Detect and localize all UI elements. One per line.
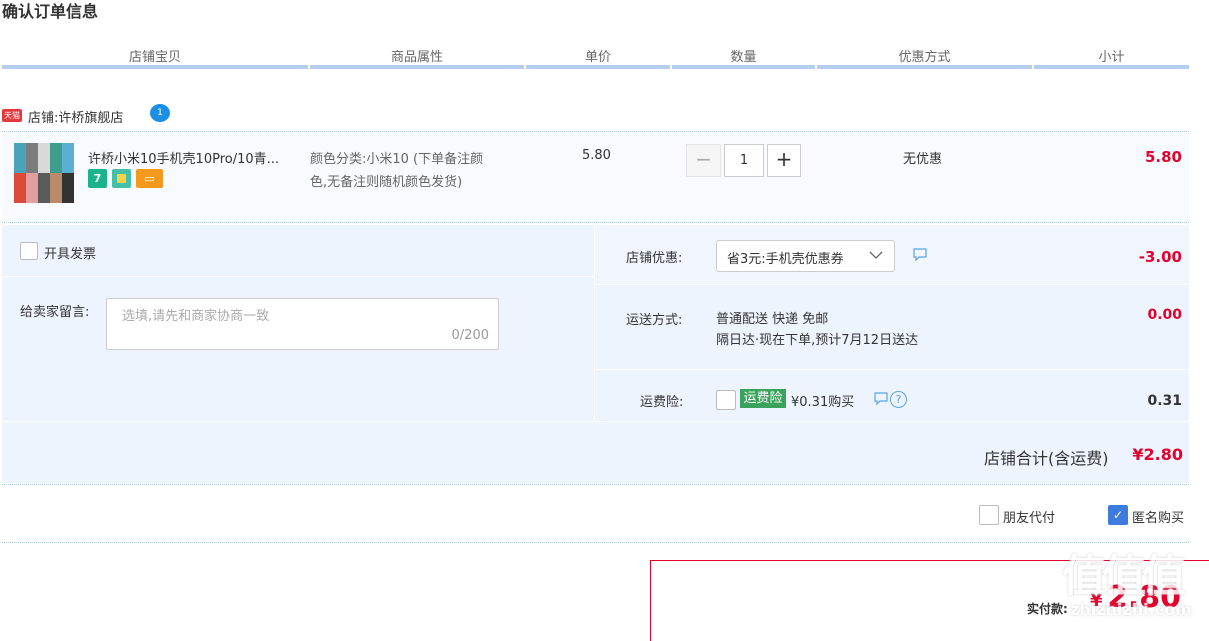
product-title[interactable]: 许桥小米10手机壳10Pro/10青... [88, 148, 279, 167]
header-divider [1034, 65, 1189, 69]
divider [2, 542, 1189, 543]
insurance-badge: 运费险 [740, 389, 786, 408]
shipping-label: 运送方式: [626, 313, 683, 328]
tag-guarantee-icon [112, 169, 131, 188]
seller-message-input[interactable]: 选填,请先和商家协商一致 0/200 [106, 298, 499, 350]
header-divider [310, 65, 524, 69]
item-subtotal: 5.80 [1144, 148, 1182, 166]
product-thumbnail[interactable] [14, 143, 74, 203]
col-header-subtotal: 小计 [1098, 50, 1125, 65]
decrease-quantity-button[interactable]: − [686, 144, 721, 177]
shield-icon [117, 174, 126, 183]
header-divider [2, 65, 308, 69]
divider [594, 225, 595, 422]
header-divider [817, 65, 1032, 69]
product-attributes: 颜色分类:小米10 (下单备注颜 色,无备注则随机颜色发货) [310, 148, 483, 194]
divider [2, 421, 1189, 422]
divider [596, 284, 1189, 285]
quantity-input[interactable]: 1 [724, 144, 764, 177]
shipping-line-2: 隔日达·现在下单,预计7月12日送达 [716, 333, 919, 348]
comment-icon[interactable] [873, 392, 889, 406]
anonymous-label[interactable]: 匿名购买 [1132, 507, 1184, 526]
store-discount-label: 店铺优惠: [626, 251, 683, 266]
shop-name-text[interactable]: 许桥旗舰店 [58, 111, 123, 126]
divider [596, 369, 1189, 370]
page-title: 确认订单信息 [2, 2, 99, 21]
message-counter: 0/200 [451, 328, 489, 343]
invoice-checkbox[interactable] [20, 242, 38, 260]
header-divider [672, 65, 815, 69]
watermark-logo: 值值值 [1062, 551, 1186, 602]
discount-method: 无优惠 [903, 152, 943, 167]
divider [2, 276, 594, 277]
col-header-attributes: 商品属性 [390, 50, 443, 65]
store-total-label: 店铺合计(含运费) [984, 449, 1109, 468]
chevron-down-icon [869, 251, 883, 259]
help-icon[interactable]: ? [890, 391, 907, 408]
chat-icon[interactable]: 1 [150, 104, 170, 122]
watermark-url: zhizhizhi.com [1070, 600, 1192, 619]
attr-line-2: 色,无备注则随机颜色发货) [310, 175, 463, 190]
shop-label: 店铺: [28, 111, 59, 126]
insurance-label: 运费险: [640, 395, 684, 410]
coupon-select[interactable]: 省3元:手机壳优惠券 [716, 240, 895, 272]
item-row [2, 132, 1189, 222]
col-header-discount: 优惠方式 [898, 50, 951, 65]
invoice-label[interactable]: 开具发票 [44, 243, 96, 262]
tmall-icon: 天猫 [2, 109, 22, 122]
insurance-checkbox[interactable] [716, 390, 736, 410]
col-header-unit-price: 单价 [584, 50, 611, 65]
message-placeholder: 选填,请先和商家协商一致 [122, 309, 270, 324]
divider [2, 131, 1189, 132]
insurance-price: ¥0.31购买 [791, 395, 855, 410]
message-label: 给卖家留言: [20, 305, 90, 320]
divider [2, 484, 1189, 485]
shipping-amount: 0.00 [1147, 307, 1182, 323]
insurance-amount: 0.31 [1147, 393, 1182, 409]
header-divider [526, 65, 670, 69]
tag-card-icon: ▭ [136, 169, 163, 188]
tag-7day-icon: 7 [88, 169, 107, 188]
store-total-amount: ¥2.80 [1132, 445, 1183, 464]
friend-pay-checkbox[interactable] [979, 505, 999, 525]
attr-line-1: 颜色分类:小米10 (下单备注颜 [310, 152, 484, 167]
coupon-selected: 省3元:手机壳优惠券 [727, 252, 844, 267]
increase-quantity-button[interactable]: + [767, 144, 801, 177]
friend-pay-label[interactable]: 朋友代付 [1003, 507, 1055, 526]
shipping-method: 普通配送 快递 免邮 隔日达·现在下单,预计7月12日送达 [716, 309, 918, 351]
col-header-shop-item: 店铺宝贝 [128, 50, 181, 65]
divider [2, 222, 1189, 223]
shop-name[interactable]: 店铺:许桥旗舰店 [28, 107, 123, 126]
store-discount-amount: -3.00 [1138, 248, 1182, 266]
col-header-quantity: 数量 [730, 50, 757, 65]
comment-icon[interactable] [912, 248, 928, 262]
unit-price: 5.80 [582, 148, 611, 163]
shipping-line-1: 普通配送 快递 免邮 [716, 312, 829, 327]
anonymous-checkbox[interactable]: ✓ [1108, 505, 1128, 525]
